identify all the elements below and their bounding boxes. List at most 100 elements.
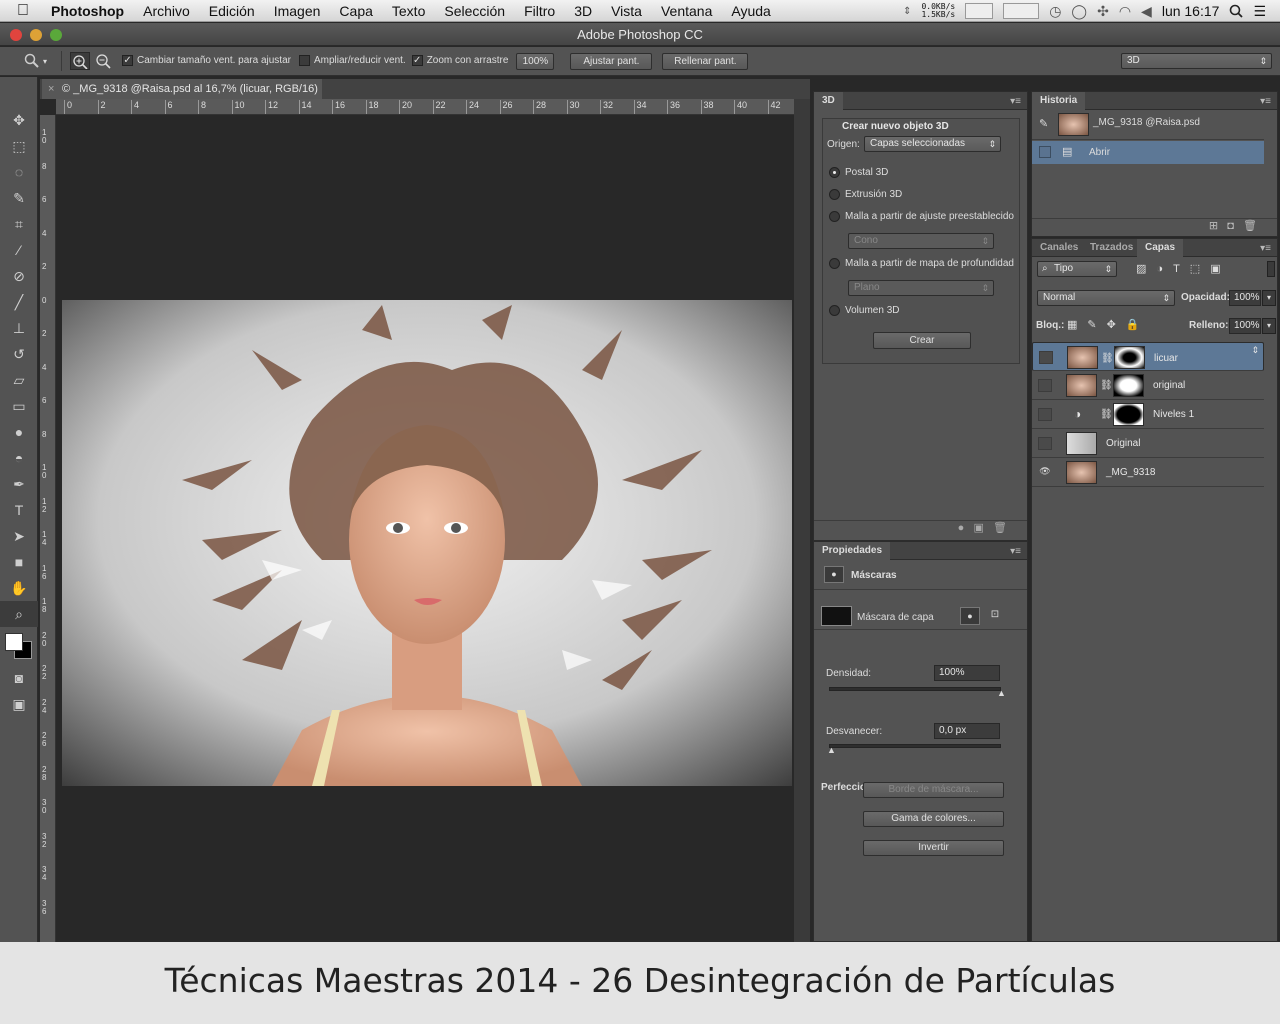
radio-extrusion[interactable]: Extrusión 3D (829, 189, 902, 200)
blur-tool-icon[interactable]: ● (0, 419, 38, 445)
opacity-input[interactable]: 100% (1229, 290, 1261, 306)
scrubby-zoom-option[interactable]: ✓ Zoom con arrastre (411, 55, 508, 67)
blend-mode-select[interactable]: Normal (1037, 290, 1175, 306)
history-snapshot[interactable]: ✎ _MG_9318 @Raisa.psd (1032, 110, 1264, 140)
create-button[interactable]: Crear (873, 332, 971, 349)
menu-texto[interactable]: Texto (392, 3, 425, 19)
wifi-icon[interactable]: ◠ (1119, 3, 1131, 20)
radio-postal[interactable]: Postal 3D (829, 167, 888, 178)
menu-imagen[interactable]: Imagen (274, 3, 321, 19)
menu-app[interactable]: Photoshop (51, 3, 124, 19)
notification-list-icon[interactable]: ☰ (1253, 3, 1266, 20)
zoom-tool-icon[interactable]: ⌕ (0, 601, 38, 627)
tab-paths[interactable]: Trazados (1082, 239, 1141, 257)
type-filter-icon[interactable]: T (1173, 263, 1190, 275)
menu-archivo[interactable]: Archivo (143, 3, 190, 19)
lock-position-icon[interactable]: ✥ (1107, 319, 1126, 331)
radio-postal-button[interactable] (829, 167, 840, 178)
layer-filter-select[interactable]: ⌕ Tipo (1037, 261, 1117, 277)
fill-input[interactable]: 100% (1229, 318, 1261, 334)
feather-slider[interactable] (829, 744, 1001, 748)
eraser-tool-icon[interactable]: ▱ (0, 367, 38, 393)
gradient-tool-icon[interactable]: ▭ (0, 393, 38, 419)
close-window-button[interactable] (10, 29, 22, 41)
link-icon[interactable]: ⛓ (1100, 380, 1113, 391)
menu-edicion[interactable]: Edición (209, 3, 255, 19)
layer-row-levels[interactable]: ◑ ⛓ Niveles 1 (1032, 400, 1264, 429)
mask-thumbnail[interactable] (1114, 346, 1145, 369)
vertical-scrollbar[interactable] (794, 99, 810, 942)
radio-volume-button[interactable] (829, 305, 840, 316)
zoom-tool-icon[interactable] (24, 53, 40, 69)
pen-tool-icon[interactable]: ✒ (0, 471, 38, 497)
layer-row-licuar[interactable]: ⛓ licuar (1032, 342, 1264, 371)
zoom-out-icon[interactable] (94, 52, 114, 70)
radio-extrusion-button[interactable] (829, 189, 840, 200)
stamp-tool-icon[interactable]: ⊥ (0, 315, 38, 341)
tab-properties[interactable]: Propiedades (814, 542, 891, 560)
adjustment-filter-icon[interactable]: ◑ (1156, 263, 1173, 275)
volume-icon[interactable]: ◀ (1141, 3, 1152, 20)
history-checkbox[interactable] (1039, 146, 1051, 158)
density-slider-thumb[interactable]: ▲ (997, 688, 1006, 698)
workspace-select[interactable]: 3D (1121, 53, 1272, 69)
mask-thumbnail[interactable] (1113, 374, 1144, 397)
minimize-window-button[interactable] (30, 29, 42, 41)
resize-windows-checkbox[interactable]: ✓ (122, 55, 134, 67)
menu-3d[interactable]: 3D (574, 3, 592, 19)
density-input[interactable]: 100% (934, 665, 1000, 681)
menu-ventana[interactable]: Ventana (661, 3, 712, 19)
source-select[interactable]: Capas seleccionadas (864, 136, 1001, 152)
menu-vista[interactable]: Vista (611, 3, 642, 19)
time-machine-icon[interactable]: ◷ (1049, 3, 1061, 20)
new-document-from-state-icon[interactable]: ⊞ (1209, 220, 1218, 232)
radio-volume[interactable]: Volumen 3D (829, 305, 899, 316)
radio-mesh-depth-button[interactable] (829, 258, 840, 269)
scrubby-zoom-checkbox[interactable]: ✓ (411, 55, 423, 67)
radio-mesh-preset-button[interactable] (829, 211, 840, 222)
lock-transparency-icon[interactable]: ▦ (1067, 319, 1087, 331)
smart-object-filter-icon[interactable]: ▣ (1210, 263, 1230, 275)
healing-tool-icon[interactable]: ⊘ (0, 263, 38, 289)
fill-screen-button[interactable]: Rellenar pant. (662, 52, 749, 70)
marquee-tool-icon[interactable]: ⬚ (0, 133, 38, 159)
visibility-toggle[interactable] (1038, 379, 1052, 392)
layer-mask-thumbnail[interactable] (821, 606, 852, 626)
crop-tool-icon[interactable]: ⌗ (0, 211, 38, 237)
mask-edge-button[interactable]: Borde de máscara... (863, 782, 1004, 798)
panel-menu-icon[interactable]: ▾≡ (1260, 243, 1271, 254)
menu-ayuda[interactable]: Ayuda (731, 3, 770, 19)
layer-row-original[interactable]: ⛓ original (1032, 371, 1264, 400)
fill-dropdown[interactable]: ▾ (1262, 318, 1276, 334)
zoom-all-option[interactable]: Ampliar/reducir vent. (298, 55, 406, 67)
shape-tool-icon[interactable]: ■ (0, 549, 38, 575)
clock[interactable]: lun 16:17 (1162, 3, 1220, 19)
menu-capa[interactable]: Capa (339, 3, 372, 19)
mask-thumbnail[interactable] (1113, 403, 1144, 426)
color-swatches[interactable] (0, 627, 37, 665)
light-bulb-icon[interactable]: ● (958, 522, 965, 534)
preset-select[interactable]: Cono (848, 233, 994, 249)
visibility-toggle[interactable] (1039, 351, 1053, 364)
pixel-filter-icon[interactable]: ▨ (1136, 263, 1156, 275)
zoom-100-button[interactable]: 100% (516, 52, 555, 70)
layer-row-mg9318[interactable]: 👁 _MG_9318 (1032, 458, 1264, 487)
fit-screen-button[interactable]: Ajustar pant. (570, 52, 653, 70)
panel-menu-icon[interactable]: ▾≡ (1010, 546, 1021, 557)
layer-filter-icons[interactable]: ▨◑T⬚▣ (1136, 262, 1231, 275)
tool-preset-dropdown[interactable]: ▾ (43, 57, 47, 66)
opacity-dropdown[interactable]: ▾ (1262, 290, 1276, 306)
invert-button[interactable]: Invertir (863, 840, 1004, 856)
quick-mask-icon[interactable]: ◙ (0, 665, 38, 691)
eye-icon[interactable]: 👁 (1038, 466, 1052, 479)
link-icon[interactable]: ⛓ (1100, 409, 1113, 420)
menu-filtro[interactable]: Filtro (524, 3, 555, 19)
depth-select[interactable]: Plano (848, 280, 994, 296)
lock-pixels-icon[interactable]: ✎ (1087, 319, 1106, 331)
zoom-all-checkbox[interactable] (298, 55, 310, 67)
trash-icon[interactable]: 🗑 (993, 522, 1007, 534)
menu-seleccion[interactable]: Selección (444, 3, 505, 19)
history-brush-tool-icon[interactable]: ↺ (0, 341, 38, 367)
bluetooth-icon[interactable]: ✣ (1097, 3, 1109, 20)
eyedropper-tool-icon[interactable]: ⁄ (0, 237, 38, 263)
